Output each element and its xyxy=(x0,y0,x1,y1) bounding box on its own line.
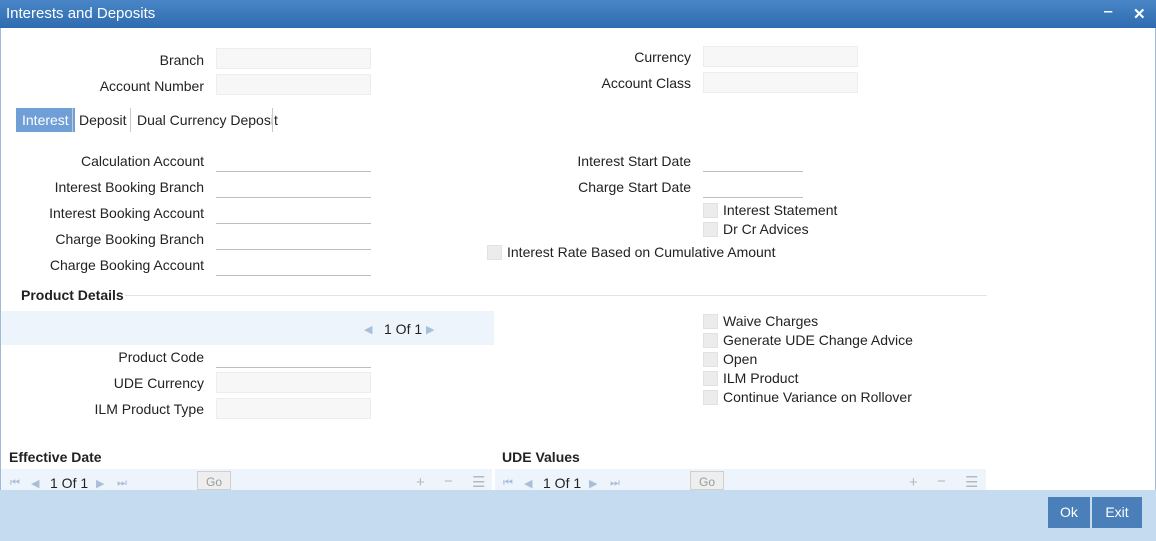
generate-ude-label: Generate UDE Change Advice xyxy=(723,332,913,348)
exit-button[interactable]: Exit xyxy=(1092,497,1142,528)
previous-icon[interactable]: ◀ xyxy=(524,477,532,490)
single-view-icon[interactable]: ☰ xyxy=(472,473,485,491)
branch-field[interactable] xyxy=(216,48,371,69)
effective-date-pager-text: 1 Of 1 xyxy=(50,475,89,491)
interest-booking-branch-field[interactable] xyxy=(216,176,371,198)
continue-variance-checkbox[interactable] xyxy=(703,390,718,405)
product-pager-text: 1 Of 1 xyxy=(384,321,423,337)
ude-currency-field[interactable] xyxy=(216,372,371,393)
next-icon[interactable]: ▶ xyxy=(96,477,104,490)
waive-charges-label: Waive Charges xyxy=(723,313,819,329)
charge-start-date-label: Charge Start Date xyxy=(578,179,691,195)
ilm-product-checkbox[interactable] xyxy=(703,371,718,386)
next-icon[interactable]: ▶ xyxy=(426,323,434,336)
next-icon[interactable]: ▶ xyxy=(589,477,597,490)
charge-booking-account-field[interactable] xyxy=(216,254,371,276)
interest-booking-account-label: Interest Booking Account xyxy=(49,205,204,221)
tab-deposit[interactable]: Deposit xyxy=(73,108,132,132)
frame-border-left xyxy=(0,28,1,490)
currency-field[interactable] xyxy=(703,46,858,67)
interest-booking-branch-label: Interest Booking Branch xyxy=(54,179,204,195)
charge-booking-branch-label: Charge Booking Branch xyxy=(55,231,204,247)
rate-cumulative-label: Interest Rate Based on Cumulative Amount xyxy=(507,244,776,260)
minimize-icon[interactable]: ‒ xyxy=(1104,3,1112,20)
interest-start-date-field[interactable] xyxy=(703,150,803,172)
ilm-product-type-label: ILM Product Type xyxy=(94,401,204,417)
ude-values-go-button[interactable]: Go xyxy=(690,471,724,490)
footer-bar xyxy=(0,490,1156,541)
delete-row-icon[interactable]: − xyxy=(444,473,453,490)
ude-values-pager-text: 1 Of 1 xyxy=(543,475,582,491)
waive-charges-checkbox[interactable] xyxy=(703,314,718,329)
interest-start-date-label: Interest Start Date xyxy=(577,153,691,169)
effective-date-go-button[interactable]: Go xyxy=(197,471,231,490)
currency-label: Currency xyxy=(634,49,691,65)
ude-values-title: UDE Values xyxy=(502,449,580,465)
previous-icon[interactable]: ◀ xyxy=(364,323,372,336)
close-icon[interactable]: ✕ xyxy=(1133,5,1146,23)
interest-booking-account-field[interactable] xyxy=(216,202,371,224)
delete-row-icon[interactable]: − xyxy=(937,473,946,490)
dr-cr-advices-checkbox[interactable] xyxy=(703,222,718,237)
section-divider xyxy=(125,295,987,296)
ok-button[interactable]: Ok xyxy=(1048,497,1090,528)
account-class-field[interactable] xyxy=(703,72,858,93)
dr-cr-advices-label: Dr Cr Advices xyxy=(723,221,809,237)
product-code-label: Product Code xyxy=(118,349,204,365)
product-details-title: Product Details xyxy=(21,287,124,303)
account-class-label: Account Class xyxy=(601,75,691,91)
tab-interest[interactable]: Interest xyxy=(16,108,75,132)
account-number-label: Account Number xyxy=(99,78,204,94)
single-view-icon[interactable]: ☰ xyxy=(965,473,978,491)
tab-separator xyxy=(272,108,273,132)
calculation-account-field[interactable] xyxy=(216,150,371,172)
effective-date-title: Effective Date xyxy=(9,449,102,465)
branch-label: Branch xyxy=(159,52,204,68)
add-row-icon[interactable]: + xyxy=(416,474,425,491)
first-page-icon[interactable]: ⏮ xyxy=(503,477,513,490)
window-title: Interests and Deposits xyxy=(6,5,156,22)
ilm-product-label: ILM Product xyxy=(723,370,799,386)
open-checkbox[interactable] xyxy=(703,352,718,367)
charge-start-date-field[interactable] xyxy=(703,176,803,198)
title-bar: Interests and Deposits ‒ ✕ xyxy=(0,0,1156,28)
calculation-account-label: Calculation Account xyxy=(81,153,204,169)
tab-dual-currency-deposit[interactable]: Dual Currency Deposit xyxy=(131,108,284,132)
open-label: Open xyxy=(723,351,758,367)
charge-booking-account-label: Charge Booking Account xyxy=(49,257,204,273)
interest-statement-checkbox[interactable] xyxy=(703,203,718,218)
ilm-product-type-field[interactable] xyxy=(216,398,371,419)
add-row-icon[interactable]: + xyxy=(909,474,918,491)
continue-variance-label: Continue Variance on Rollover xyxy=(723,389,912,405)
product-code-field[interactable] xyxy=(216,346,371,368)
interest-statement-label: Interest Statement xyxy=(723,202,838,218)
last-page-icon[interactable]: ⏭ xyxy=(117,477,127,490)
account-number-field[interactable] xyxy=(216,74,371,95)
previous-icon[interactable]: ◀ xyxy=(31,477,39,490)
ude-currency-label: UDE Currency xyxy=(113,375,204,391)
rate-cumulative-checkbox[interactable] xyxy=(487,245,502,260)
charge-booking-branch-field[interactable] xyxy=(216,228,371,250)
last-page-icon[interactable]: ⏭ xyxy=(610,477,620,490)
first-page-icon[interactable]: ⏮ xyxy=(10,477,20,490)
generate-ude-checkbox[interactable] xyxy=(703,333,718,348)
